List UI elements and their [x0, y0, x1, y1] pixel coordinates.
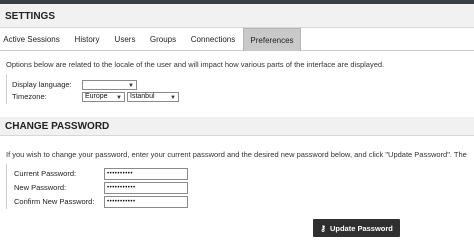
timezone-region-value: Europe [85, 93, 108, 100]
tab-preferences[interactable]: Preferences [243, 28, 301, 51]
tab-history[interactable]: History [68, 28, 106, 51]
chevron-down-icon: ▼ [116, 95, 122, 101]
new-password-label: New Password: [14, 183, 67, 192]
update-password-label: Update Password [329, 223, 393, 233]
settings-header: SETTINGS [0, 4, 474, 28]
chevron-down-icon: ▼ [170, 95, 176, 101]
change-password-description: If you wish to change your password, ent… [6, 150, 467, 159]
current-password-input[interactable]: •••••••••• [104, 168, 188, 180]
update-password-button[interactable]: ⚷ Update Password [313, 219, 400, 237]
current-password-label: Current Password: [14, 169, 77, 178]
confirm-password-input[interactable]: ••••••••••• [104, 196, 188, 208]
new-password-input[interactable]: ••••••••••• [104, 182, 188, 194]
tab-active-sessions[interactable]: Active Sessions [0, 28, 63, 51]
display-language-label: Display language: [12, 80, 72, 89]
key-icon: ⚷ [320, 223, 326, 233]
tab-users[interactable]: Users [110, 28, 140, 51]
settings-title: SETTINGS [5, 11, 56, 22]
preferences-description: Options below are related to the locale … [6, 60, 385, 69]
change-password-title: CHANGE PASSWORD [5, 121, 110, 132]
chevron-down-icon: ▼ [128, 83, 134, 89]
change-password-header: CHANGE PASSWORD [0, 117, 474, 136]
tab-connections[interactable]: Connections [186, 28, 240, 51]
settings-tabs: Active Sessions History Users Groups Con… [0, 28, 474, 51]
confirm-password-label: Confirm New Password: [14, 197, 95, 206]
timezone-city-value: Istanbul [130, 93, 155, 100]
timezone-region-select[interactable]: Europe ▼ [82, 92, 125, 102]
timezone-label: Timezone: [12, 92, 47, 101]
tab-groups[interactable]: Groups [145, 28, 181, 51]
display-language-select[interactable]: ▼ [82, 80, 137, 90]
timezone-city-select[interactable]: Istanbul ▼ [127, 92, 179, 102]
